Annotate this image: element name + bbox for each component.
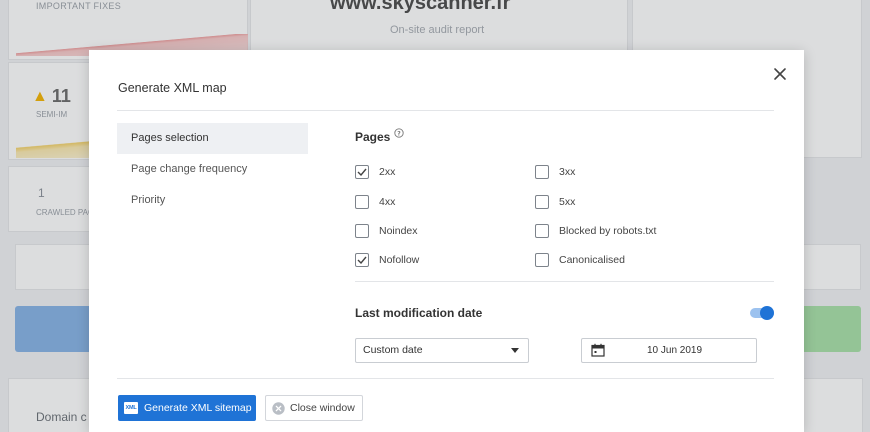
close-window-button[interactable]: Close window (265, 395, 363, 421)
checkbox-box[interactable] (535, 253, 549, 267)
checkbox-label: 3xx (559, 166, 576, 178)
checkbox-canonicalised[interactable]: Canonicalised (535, 253, 625, 267)
checkbox-label: Nofollow (379, 254, 420, 266)
calendar-icon (591, 343, 605, 357)
checkbox-noindex[interactable]: Noindex (355, 224, 418, 238)
chevron-down-icon (511, 348, 519, 353)
toggle-knob (760, 306, 774, 320)
last-modification-toggle[interactable] (750, 306, 774, 320)
close-icon[interactable] (772, 66, 788, 82)
checkbox-box[interactable] (355, 224, 369, 238)
pages-divider (355, 281, 774, 282)
footer-divider (117, 378, 774, 379)
check-icon (357, 256, 367, 264)
last-modification-heading: Last modification date (355, 306, 483, 320)
settings-sidebar: Pages selection Page change frequency Pr… (117, 123, 308, 216)
checkbox-box[interactable] (535, 224, 549, 238)
checkbox-box[interactable] (535, 195, 549, 209)
checkbox-box[interactable] (355, 253, 369, 267)
checkbox-label: 5xx (559, 196, 576, 208)
date-value: 10 Jun 2019 (647, 345, 703, 356)
checkbox-4xx[interactable]: 4xx (355, 195, 395, 209)
sidebar-item-priority[interactable]: Priority (117, 185, 308, 216)
checkbox-box[interactable] (355, 165, 369, 179)
sidebar-item-page-change-frequency[interactable]: Page change frequency (117, 154, 308, 185)
date-mode-value: Custom date (363, 344, 423, 356)
modal-title: Generate XML map (118, 81, 227, 95)
checkbox-nofollow[interactable]: Nofollow (355, 253, 419, 267)
generate-button-label: Generate XML sitemap (144, 402, 252, 414)
checkbox-box[interactable] (535, 165, 549, 179)
title-divider (117, 110, 774, 111)
pages-heading: Pages ? (355, 128, 405, 144)
checkbox-label: 4xx (379, 196, 396, 208)
x-circle-icon (272, 401, 285, 415)
close-button-label: Close window (290, 402, 355, 414)
checkbox-2xx[interactable]: 2xx (355, 165, 395, 179)
help-icon[interactable]: ? (394, 128, 405, 138)
generate-xml-sitemap-button[interactable]: XML Generate XML sitemap (118, 395, 256, 421)
date-mode-select[interactable]: Custom date (355, 338, 529, 363)
checkbox-3xx[interactable]: 3xx (535, 165, 575, 179)
svg-text:?: ? (398, 130, 402, 137)
checkbox-label: Blocked by robots.txt (559, 225, 657, 237)
checkbox-box[interactable] (355, 195, 369, 209)
sidebar-item-pages-selection[interactable]: Pages selection (117, 123, 308, 154)
date-picker-field[interactable]: 10 Jun 2019 (581, 338, 757, 363)
checkbox-label: Noindex (379, 225, 418, 237)
checkbox-label: Canonicalised (559, 254, 625, 266)
check-icon (357, 168, 367, 176)
xml-file-icon: XML (124, 402, 138, 414)
checkbox-blocked-by-robots[interactable]: Blocked by robots.txt (535, 224, 656, 238)
generate-xml-modal: Generate XML map Pages selection Page ch… (89, 50, 804, 432)
checkbox-5xx[interactable]: 5xx (535, 195, 575, 209)
checkbox-label: 2xx (379, 166, 396, 178)
